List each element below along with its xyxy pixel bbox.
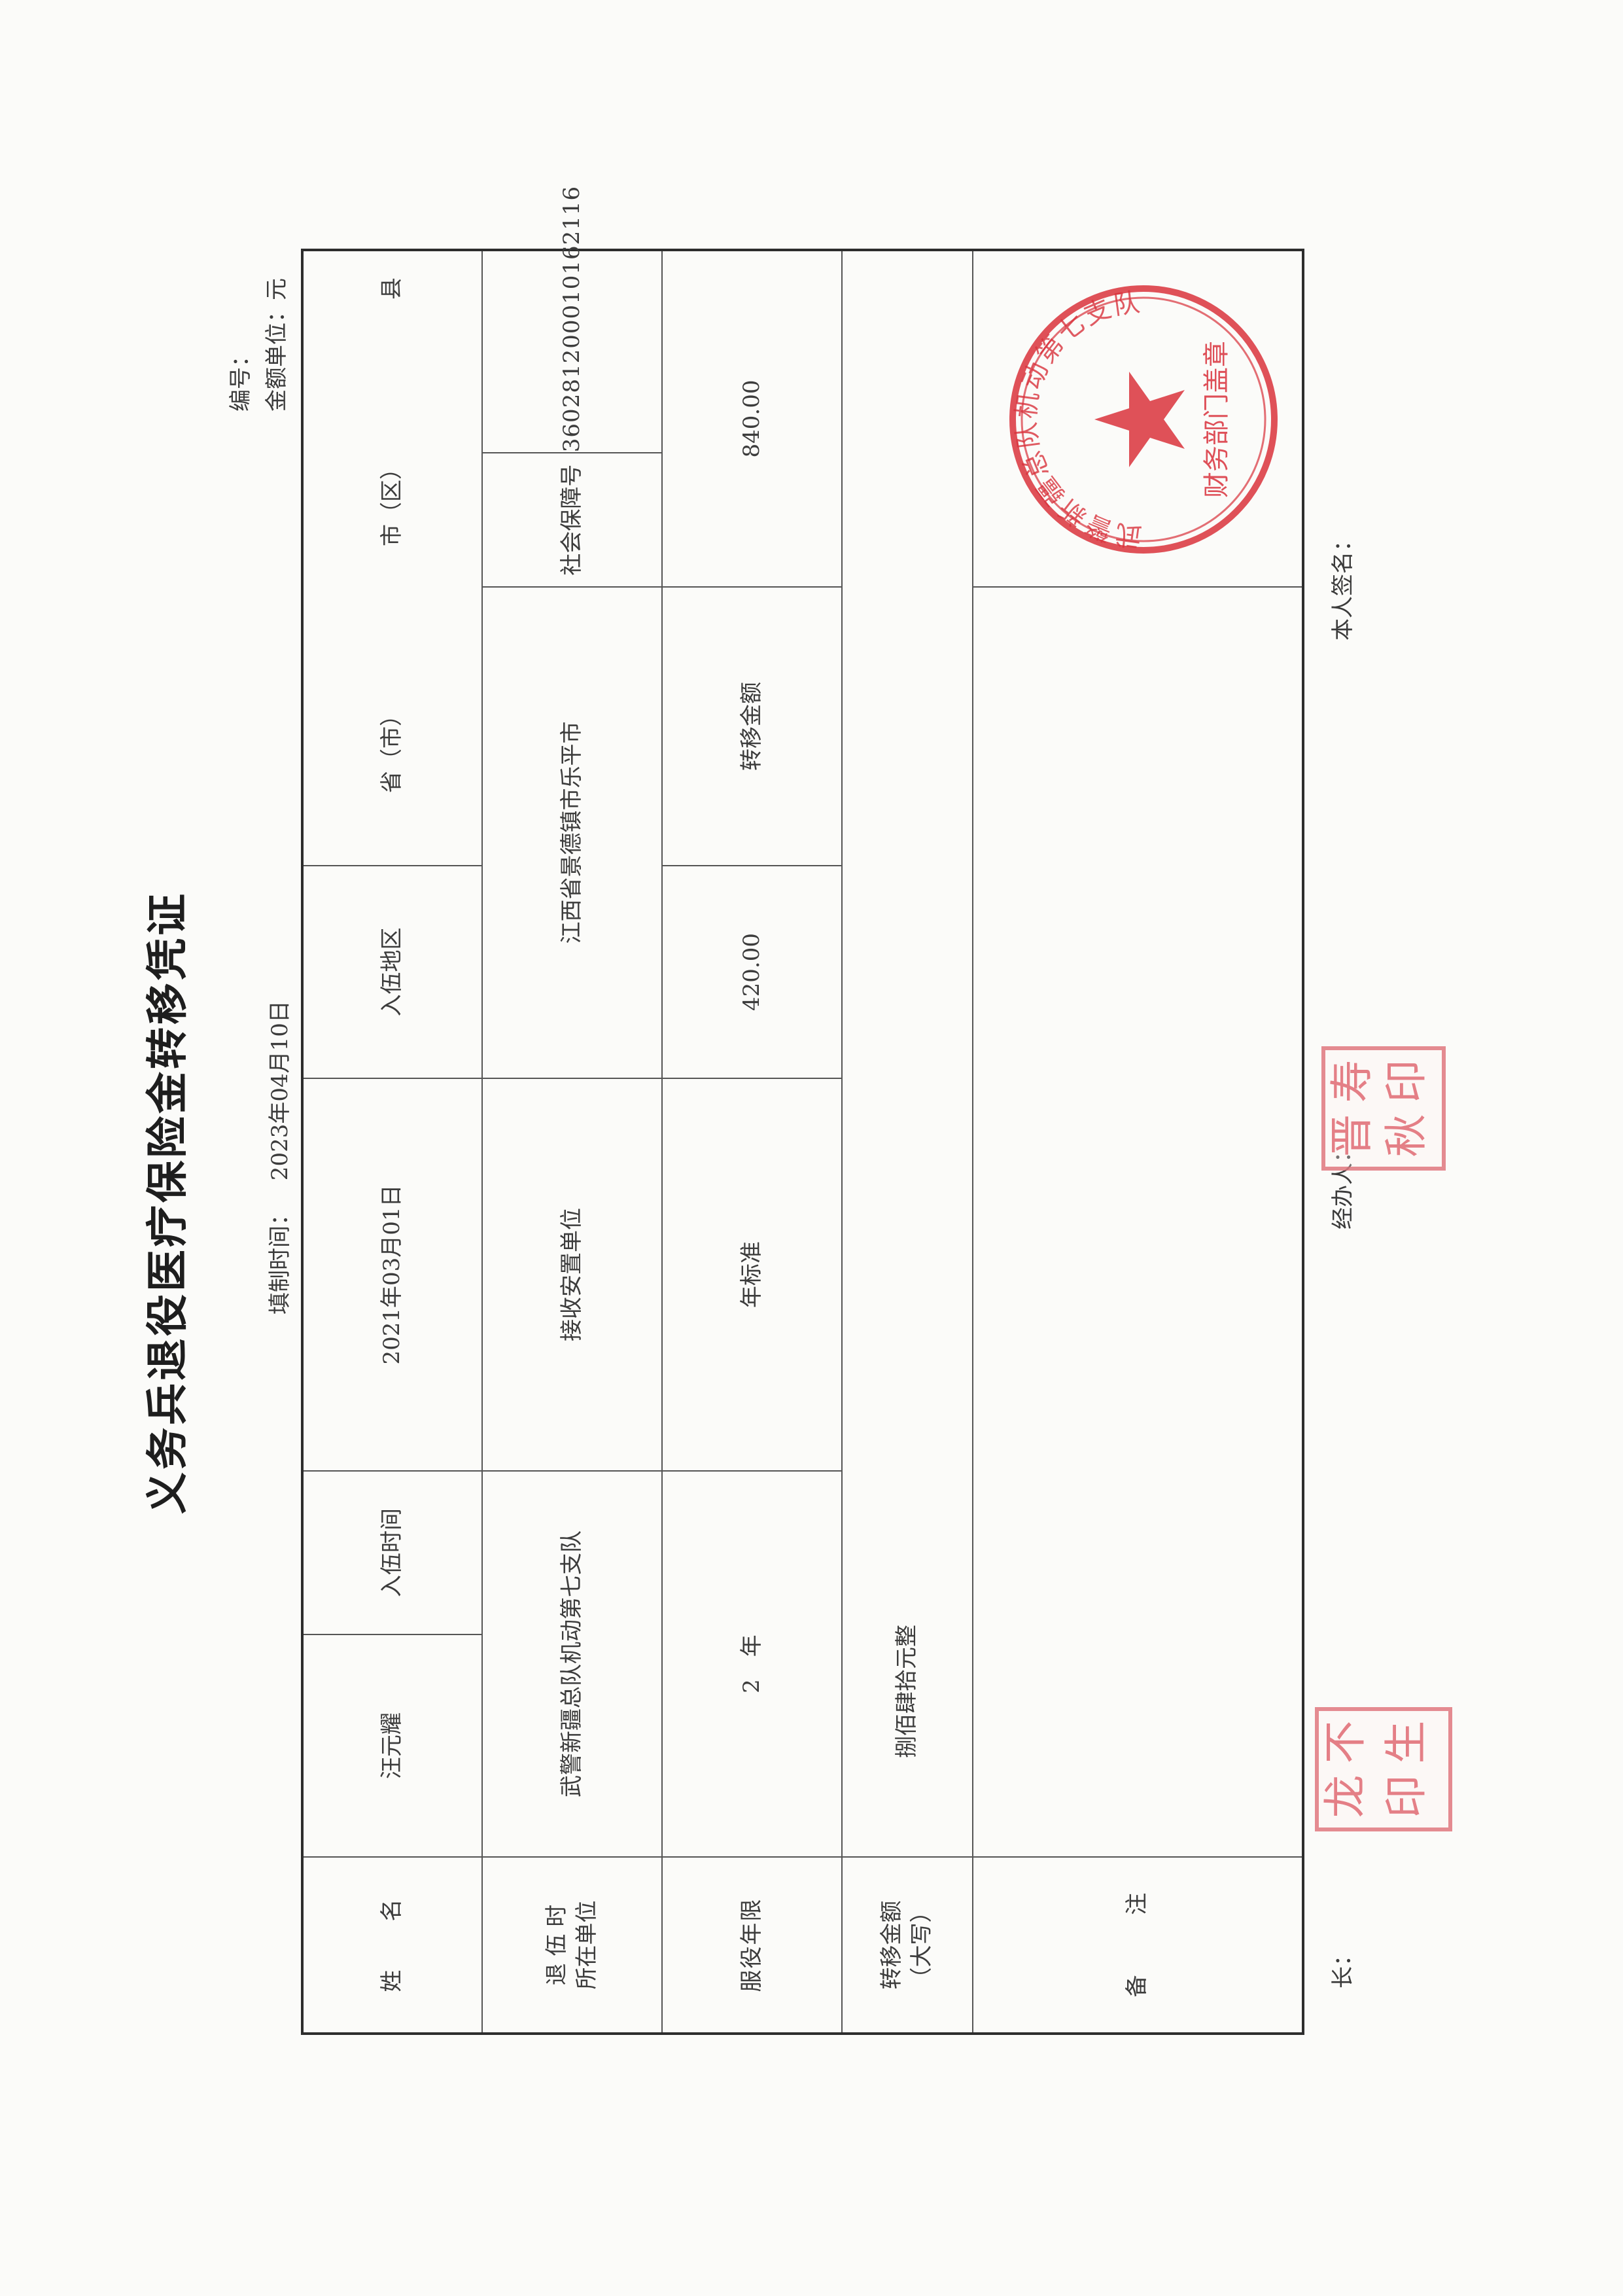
remarks-label: 备 注 — [973, 1857, 1303, 2034]
star-icon — [1094, 372, 1185, 467]
fill-time-label: 填制时间： — [267, 1203, 293, 1315]
province-suffix: 省（市） — [379, 704, 406, 793]
capital-amount-label-line2: （大写） — [909, 1900, 935, 1990]
stamp-char: 印 — [1381, 1059, 1431, 1103]
annual-standard-label: 年标准 — [662, 1078, 842, 1471]
remarks-label-char-1: 备 — [1124, 1975, 1151, 1998]
stamp-char: 不 — [1320, 1720, 1370, 1764]
finance-dept-seal: 武警新疆总队机动第七支队 财务部门盖章 — [1009, 285, 1278, 554]
stamp-char: 龙 — [1320, 1775, 1370, 1818]
stamp-char: 秋 — [1381, 1114, 1431, 1157]
enlist-region-value: 省（市） 市（区） 县 — [302, 250, 482, 866]
chief-personal-stamp: 龙 不 印 生 — [1315, 1707, 1452, 1831]
document-page: 义务兵退役医疗保险金转移凭证 填制时间： 2023年04月10日 编号： 金额单… — [0, 0, 1623, 2296]
remarks-value — [973, 587, 1303, 1857]
discharge-unit-label-line2: 所在单位 — [573, 1900, 600, 1990]
name-label: 姓 名 — [302, 1857, 482, 2034]
annual-standard-value: 420.00 — [662, 866, 842, 1078]
remarks-label-char-2: 注 — [1124, 1892, 1151, 1915]
finance-seal-cell: 武警新疆总队机动第七支队 财务部门盖章 — [973, 250, 1303, 587]
stamp-char: 晋 — [1327, 1114, 1377, 1157]
service-years-label: 服役年限 — [662, 1857, 842, 2034]
table-row: 服役年限 2 年 年标准 420.00 转移金额 840.00 — [662, 250, 842, 2034]
name-value: 汪元耀 — [302, 1634, 482, 1857]
county-suffix: 县 — [379, 277, 406, 300]
rotated-form: 义务兵退役医疗保险金转移凭证 填制时间： 2023年04月10日 编号： 金额单… — [0, 0, 1623, 2296]
transfer-amount-label: 转移金额 — [662, 587, 842, 866]
receiver-label: 接收安置单位 — [482, 1078, 662, 1471]
fill-time-value: 2023年04月10日 — [267, 1000, 293, 1181]
ssn-cell: 社会保障号 360281200010162116 — [482, 186, 662, 587]
chief-label: 长： — [1330, 1944, 1356, 1988]
receiver-value: 江西省景德镇市乐平市 — [482, 587, 662, 1078]
stamp-char: 生 — [1381, 1720, 1431, 1764]
discharge-unit-label: 退 伍 时 所在单位 — [482, 1857, 662, 2034]
ssn-label: 社会保障号 — [483, 452, 661, 586]
capital-amount-label: 转移金额 （大写） — [842, 1857, 973, 2034]
fill-time: 填制时间： 2023年04月10日 — [262, 1000, 294, 1315]
stamp-char: 寿 — [1327, 1059, 1377, 1103]
city-suffix: 市（区） — [379, 457, 406, 546]
table-row: 姓 名 汪元耀 入伍时间 2021年03月01日 入伍地区 省（市） 市（区） … — [302, 250, 482, 2034]
transfer-amount-value: 840.00 — [662, 250, 842, 587]
form-title: 义务兵退役医疗保险金转移凭证 — [144, 891, 192, 1514]
self-sign-label: 本人签名： — [1330, 529, 1356, 641]
table-row: 备 注 武警新疆总队机动第七支队 财务部门盖章 — [973, 250, 1303, 2034]
amount-unit: 金额单位：元 — [264, 278, 290, 412]
enlist-region-label: 入伍地区 — [302, 866, 482, 1078]
discharge-unit-value: 武警新疆总队机动第七支队 — [482, 1471, 662, 1857]
handler-personal-stamp: 晋 寿 秋 印 — [1321, 1046, 1446, 1171]
enlist-time-label: 入伍时间 — [302, 1471, 482, 1634]
table-row: 退 伍 时 所在单位 武警新疆总队机动第七支队 接收安置单位 江西省景德镇市乐平… — [482, 186, 662, 2034]
capital-amount-value: 捌佰肆拾元整 — [842, 250, 973, 1857]
enlist-time-value: 2021年03月01日 — [302, 1078, 482, 1471]
seal-dept-text: 财务部门盖章 — [1202, 341, 1232, 498]
serial-number: 编号： — [228, 345, 254, 412]
stamp-char: 印 — [1381, 1775, 1431, 1818]
ssn-value: 360281200010162116 — [558, 185, 585, 453]
transfer-form-table: 姓 名 汪元耀 入伍时间 2021年03月01日 入伍地区 省（市） 市（区） … — [301, 186, 1304, 2035]
capital-amount-label-line1: 转移金额 — [879, 1900, 905, 1990]
discharge-unit-label-line1: 退 伍 时 — [543, 1904, 570, 1986]
table-row: 转移金额 （大写） 捌佰肆拾元整 — [842, 250, 973, 2034]
service-years-value: 2 年 — [662, 1471, 842, 1857]
